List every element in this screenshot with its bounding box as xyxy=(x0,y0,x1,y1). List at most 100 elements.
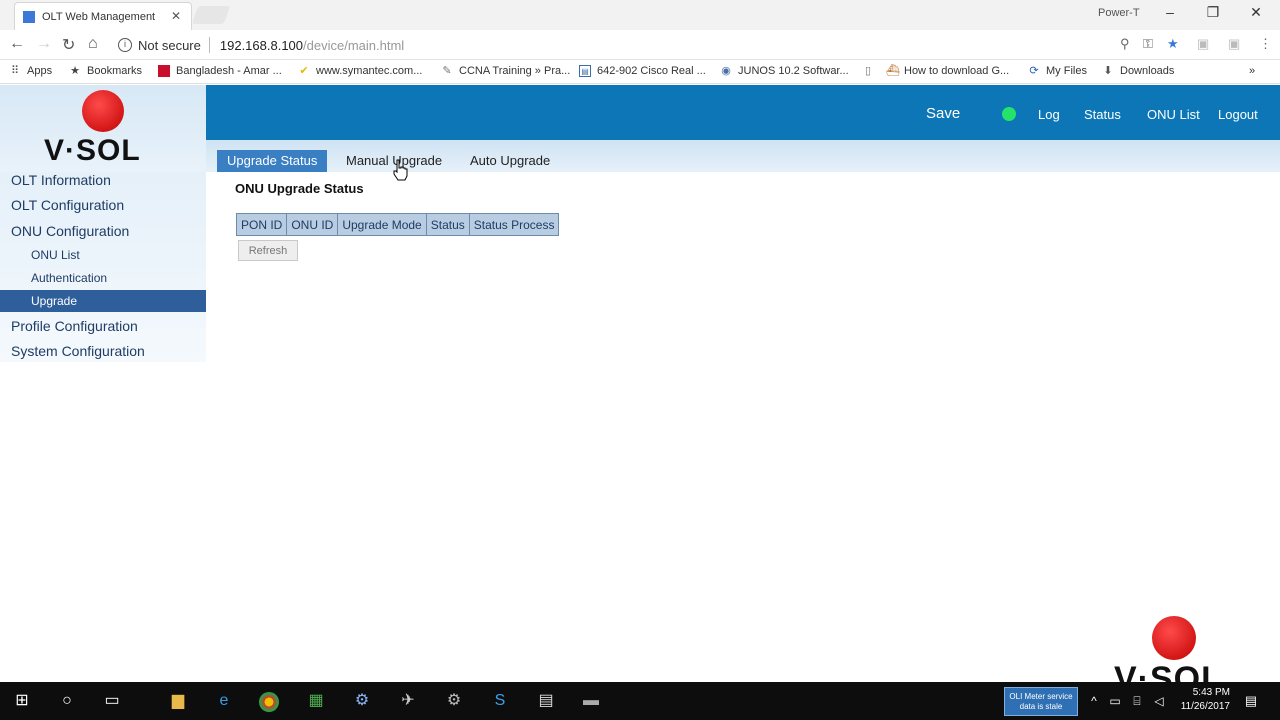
bookmark-label: How to download G... xyxy=(904,65,1010,77)
column-header: ONU ID xyxy=(286,213,339,236)
skype-icon[interactable]: S xyxy=(489,690,511,712)
bookmark-downloads[interactable]: ⬇ Downloads xyxy=(1102,65,1174,77)
column-header: PON ID xyxy=(235,213,288,236)
close-tab-icon[interactable]: ✕ xyxy=(171,9,181,23)
security-label: Not secure xyxy=(138,37,201,53)
status-link[interactable]: Status xyxy=(1084,107,1121,122)
new-tab-button[interactable] xyxy=(191,6,231,24)
column-header: Status Process xyxy=(468,213,560,236)
bookmark-junos[interactable]: ◉ JUNOS 10.2 Softwar... xyxy=(720,65,849,77)
key-icon[interactable]: ⚿ xyxy=(1143,36,1153,52)
bookmark-apps[interactable]: ⠿ Apps xyxy=(9,65,52,77)
extension2-icon[interactable]: ▣ xyxy=(1228,36,1240,52)
settings-icon[interactable]: ⚙ xyxy=(443,690,465,712)
bookmark-star-icon[interactable]: ★ xyxy=(1167,36,1179,52)
brand-logo: V·SOL xyxy=(44,134,141,167)
ship-icon: ⛴ xyxy=(886,65,900,77)
sidebar-item-profile-configuration[interactable]: Profile Configuration xyxy=(0,315,206,337)
save-link[interactable]: Save xyxy=(926,105,960,122)
bird-icon[interactable]: ✈ xyxy=(397,690,419,712)
check-icon: ✔ xyxy=(299,65,309,77)
windows-start-icon[interactable]: ⊞ xyxy=(11,690,33,712)
chrome-icon[interactable] xyxy=(259,692,279,712)
search-icon[interactable]: ○ xyxy=(56,690,78,712)
zoom-icon[interactable]: ⚲ xyxy=(1120,36,1130,52)
tab-upgrade-status[interactable]: Upgrade Status xyxy=(217,150,328,172)
bookmark-label: My Files xyxy=(1046,65,1087,77)
close-window-icon[interactable]: ✕ xyxy=(1246,4,1266,21)
bookmark-label: 642-902 Cisco Real ... xyxy=(597,65,706,77)
vsol-logo-icon xyxy=(82,90,124,132)
page-icon: ▯ xyxy=(864,65,872,77)
tray-notice[interactable]: OLI Meter service data is stale xyxy=(1004,687,1078,716)
sync-icon: ⟳ xyxy=(1029,65,1039,77)
back-icon[interactable]: ← xyxy=(9,35,25,53)
volume-icon[interactable]: ◁ xyxy=(1148,690,1170,712)
tab-auto-upgrade[interactable]: Auto Upgrade xyxy=(460,150,560,172)
reload-icon[interactable]: ↻ xyxy=(62,35,75,55)
upgrade-status-table: PON ID ONU ID Upgrade Mode Status Status… xyxy=(235,213,560,236)
bookmark-bangladesh[interactable]: Bangladesh - Amar ... xyxy=(158,65,282,77)
bookmarks-overflow[interactable]: » xyxy=(1249,65,1255,77)
sidebar-item-olt-information[interactable]: OLT Information xyxy=(0,169,206,191)
notepad-icon[interactable]: ▤ xyxy=(535,690,557,712)
forward-icon[interactable]: → xyxy=(36,35,52,53)
bookmark-label: www.symantec.com... xyxy=(316,65,423,77)
profile-name[interactable]: Power-T xyxy=(1098,7,1140,19)
bookmark-cisco[interactable]: ▤ 642-902 Cisco Real ... xyxy=(579,65,706,77)
sidebar-item-upgrade[interactable]: Upgrade xyxy=(0,290,206,312)
network-icon[interactable]: ⚙ xyxy=(351,690,373,712)
address-separator xyxy=(208,37,210,53)
terminal-icon[interactable]: ▬ xyxy=(580,690,602,712)
minimize-icon[interactable]: – xyxy=(1160,4,1180,20)
sidebar-item-onu-list[interactable]: ONU List xyxy=(0,244,206,266)
logout-link[interactable]: Logout xyxy=(1218,107,1258,122)
task-view-icon[interactable]: ▭ xyxy=(101,690,123,712)
sidebar-item-system-configuration[interactable]: System Configuration xyxy=(0,340,206,362)
extension-icon[interactable]: ▣ xyxy=(1197,36,1209,52)
clock-date: 11/26/2017 xyxy=(1180,701,1230,712)
bookmark-label: Downloads xyxy=(1120,65,1175,77)
tray-device-icon[interactable]: ▭ xyxy=(1104,690,1126,712)
flag-icon xyxy=(158,65,170,77)
info-icon[interactable]: i xyxy=(118,38,132,52)
column-header: Upgrade Mode xyxy=(337,213,427,236)
table-header-row: PON ID ONU ID Upgrade Mode Status Status… xyxy=(235,213,560,236)
bookmark-label: Bangladesh - Amar ... xyxy=(176,65,282,77)
taskbar: ⊞ ○ ▭ ▆ e ▦ ⚙ ✈ ⚙ S ▤ ▬ ^ ▭ ⌸ ◁ ▤ xyxy=(0,682,1280,720)
network-tray-icon[interactable]: ⌸ xyxy=(1126,690,1148,712)
onu-list-link[interactable]: ONU List xyxy=(1147,107,1200,122)
bookmark-symantec[interactable]: ✔ www.symantec.com... xyxy=(298,65,422,77)
bookmark-myfiles[interactable]: ⟳ My Files xyxy=(1028,65,1087,77)
bookmark-howto[interactable]: ⛴ How to download G... xyxy=(886,65,1009,77)
home-icon[interactable]: ⌂ xyxy=(88,35,98,53)
pen-icon: ✎ xyxy=(442,65,452,77)
bookmark-bookmarks[interactable]: ★ Bookmarks xyxy=(69,65,142,77)
browser-tabstrip: OLT Web Management ✕ Power-T – ❐ ✕ xyxy=(0,0,1280,30)
url-path: /device/main.html xyxy=(303,37,405,53)
browser-tab[interactable]: OLT Web Management ✕ xyxy=(14,2,192,30)
bookmark-label: Bookmarks xyxy=(87,65,143,77)
url-host: 192.168.8.100 xyxy=(219,37,304,53)
bookmark-label: Apps xyxy=(27,65,53,77)
clock-time: 5:43 PM xyxy=(1192,687,1230,698)
sidebar-item-onu-configuration[interactable]: ONU Configuration xyxy=(0,220,206,242)
bookmarks-bar: ⠿ Apps ★ Bookmarks Bangladesh - Amar ...… xyxy=(0,60,1280,84)
bookmark-page[interactable]: ▯ xyxy=(862,65,880,77)
tray-chevron-icon[interactable]: ^ xyxy=(1083,690,1105,712)
sidebar-item-olt-configuration[interactable]: OLT Configuration xyxy=(0,194,206,216)
file-explorer-icon[interactable]: ▆ xyxy=(167,690,189,712)
bookmark-ccna[interactable]: ✎ CCNA Training » Pra... xyxy=(441,65,570,77)
sidebar-item-authentication[interactable]: Authentication xyxy=(0,267,206,289)
spreadsheet-icon[interactable]: ▦ xyxy=(305,690,327,712)
log-link[interactable]: Log xyxy=(1038,107,1060,122)
refresh-button[interactable]: Refresh xyxy=(238,240,298,261)
notifications-icon[interactable]: ▤ xyxy=(1240,690,1262,712)
address-bar[interactable]: i Not secure 192.168.8.100 /device/main.… xyxy=(112,33,1192,57)
menu-dots-icon[interactable]: ⋮ xyxy=(1259,36,1272,52)
clock[interactable]: 5:43 PM 11/26/2017 xyxy=(1168,686,1230,714)
restore-icon[interactable]: ❐ xyxy=(1203,4,1223,21)
internet-explorer-icon[interactable]: e xyxy=(213,690,235,712)
bookmark-label: JUNOS 10.2 Softwar... xyxy=(738,65,849,77)
certificate-icon: ▤ xyxy=(579,65,591,77)
